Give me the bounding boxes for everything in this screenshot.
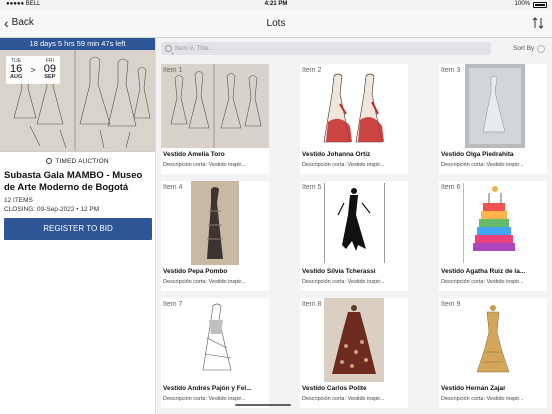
- dress-sketch-image: [439, 64, 547, 148]
- lot-number: Item 9: [441, 301, 461, 308]
- sort-arrows-icon[interactable]: [532, 17, 544, 29]
- lot-card[interactable]: Item 8 Vestido Carlos Polite Descripción…: [300, 298, 408, 408]
- lot-title: Vestido Silvia Tcherassi: [302, 268, 376, 275]
- battery-icon: [533, 2, 547, 8]
- lot-description: Descripción corta: Vestido inspir...: [302, 279, 385, 285]
- lot-image: [161, 64, 269, 148]
- lot-title: Vestido Olga Piedrahita: [441, 151, 514, 158]
- dress-sketch-image: [161, 64, 269, 148]
- dress-sketch-image: [300, 181, 408, 265]
- dress-sketch-image: [300, 64, 408, 148]
- lot-number: Item 6: [441, 184, 461, 191]
- lot-image: [300, 298, 408, 382]
- battery-percent: 100%: [514, 1, 530, 7]
- home-indicator: [235, 404, 291, 406]
- register-to-bid-button[interactable]: REGISTER TO BID: [4, 218, 152, 240]
- lot-description: Descripción corta: Vestido inspir...: [302, 396, 385, 402]
- auction-type: TIMED AUCTION: [0, 152, 155, 170]
- lot-number: Item 5: [302, 184, 322, 191]
- lot-title: Vestido Agatha Ruiz de la...: [441, 268, 526, 275]
- sort-by-label: Sort By: [513, 45, 535, 52]
- countdown-banner: 18 days 5 hrs 59 min 47s left: [0, 38, 155, 50]
- lot-number: Item 4: [163, 184, 183, 191]
- lot-description: Descripción corta: Vestido inspir...: [163, 396, 246, 402]
- lot-image: [300, 64, 408, 148]
- lot-card[interactable]: Item 3 Vestido Olga Piedrahita Descripci…: [439, 64, 547, 174]
- page-title: Lots: [266, 18, 286, 29]
- lot-number: Item 2: [302, 67, 322, 74]
- lot-image: [161, 181, 269, 265]
- lot-image: [439, 181, 547, 265]
- dress-sketch-image: [439, 181, 547, 265]
- auction-cover-image: TUE 16 AUG > FRI 09 SEP: [0, 50, 155, 152]
- lot-title: Vestido Amelia Toro: [163, 151, 225, 158]
- search-bar: Item #, Title... Sort By: [161, 41, 547, 56]
- lots-panel: Item #, Title... Sort By Item 1 Vestido …: [157, 38, 552, 414]
- lot-title: Vestido Pepa Pombo: [163, 268, 228, 275]
- dress-sketch-image: [300, 298, 408, 382]
- lot-image: [439, 298, 547, 382]
- lot-card[interactable]: Item 9 Vestido Hernán Zajar Descripción …: [439, 298, 547, 408]
- lot-number: Item 7: [163, 301, 183, 308]
- lot-card[interactable]: Item 7 Vestido Andrés Pajón y Fel... Des…: [161, 298, 269, 408]
- lot-image: [161, 298, 269, 382]
- lot-description: Descripción corta: Vestido inspir...: [163, 279, 246, 285]
- lot-number: Item 3: [441, 67, 461, 74]
- lot-image: [300, 181, 408, 265]
- lot-description: Descripción corta: Vestido inspir...: [441, 396, 524, 402]
- lot-description: Descripción corta: Vestido inspir...: [441, 162, 524, 168]
- lot-card[interactable]: Item 5 Vestido Silvia Tcherassi Descripc…: [300, 181, 408, 291]
- auction-panel: 18 days 5 hrs 59 min 47s left TUE 16 AUG…: [0, 38, 156, 414]
- lot-description: Descripción corta: Vestido inspir...: [163, 162, 246, 168]
- start-month: AUG: [10, 74, 23, 81]
- search-icon: [165, 45, 172, 52]
- auction-date-range: TUE 16 AUG > FRI 09 SEP: [6, 56, 60, 84]
- lot-card[interactable]: Item 4 Vestido Pepa Pombo Descripción co…: [161, 181, 269, 291]
- lot-title: Vestido Hernán Zajar: [441, 385, 506, 392]
- status-time: 4:21 PM: [264, 1, 288, 7]
- start-date: TUE 16 AUG: [10, 59, 22, 81]
- dress-sketch-image: [161, 298, 269, 382]
- item-count: 12 ITEMS: [4, 197, 33, 204]
- end-date: FRI 09 SEP: [44, 59, 56, 81]
- search-input[interactable]: Item #, Title...: [161, 42, 491, 55]
- clock-icon: [46, 158, 53, 164]
- dress-sketch-image: [161, 181, 269, 265]
- end-month: SEP: [44, 74, 56, 81]
- auction-info: Subasta Gala MAMBO - Museo de Arte Moder…: [0, 170, 155, 214]
- chevron-right-icon: >: [30, 65, 36, 75]
- sort-by-button[interactable]: Sort By: [513, 44, 546, 53]
- lot-image: [439, 64, 547, 148]
- lot-card[interactable]: Item 1 Vestido Amelia Toro Descripción c…: [161, 64, 269, 174]
- dress-sketch-image: [439, 298, 547, 382]
- lot-number: Item 1: [163, 67, 183, 74]
- lot-card[interactable]: Item 6 Vestido Agatha Ruiz de la... Desc…: [439, 181, 547, 291]
- sort-toggle-icon: [537, 44, 546, 53]
- lot-title: Vestido Carlos Polite: [302, 385, 367, 392]
- status-bar: ●●●●● BELL 4:21 PM 100%: [0, 0, 552, 10]
- auction-title: Subasta Gala MAMBO - Museo de Arte Moder…: [4, 170, 143, 193]
- nav-bar: ‹ Back Lots: [0, 10, 552, 38]
- auction-type-label: TIMED AUCTION: [55, 157, 109, 165]
- closing-date: CLOSING: 09-Sep-2022 • 12 PM: [4, 206, 100, 213]
- lot-number: Item 8: [302, 301, 322, 308]
- lot-description: Descripción corta: Vestido inspir...: [441, 279, 524, 285]
- lot-title: Vestido Johanna Ortiz: [302, 151, 371, 158]
- lot-description: Descripción corta: Vestido inspir...: [302, 162, 385, 168]
- lot-title: Vestido Andrés Pajón y Fel...: [163, 385, 252, 392]
- lot-card[interactable]: Item 2 Vestido Johanna Ortiz Descripción…: [300, 64, 408, 174]
- search-placeholder: Item #, Title...: [175, 45, 215, 52]
